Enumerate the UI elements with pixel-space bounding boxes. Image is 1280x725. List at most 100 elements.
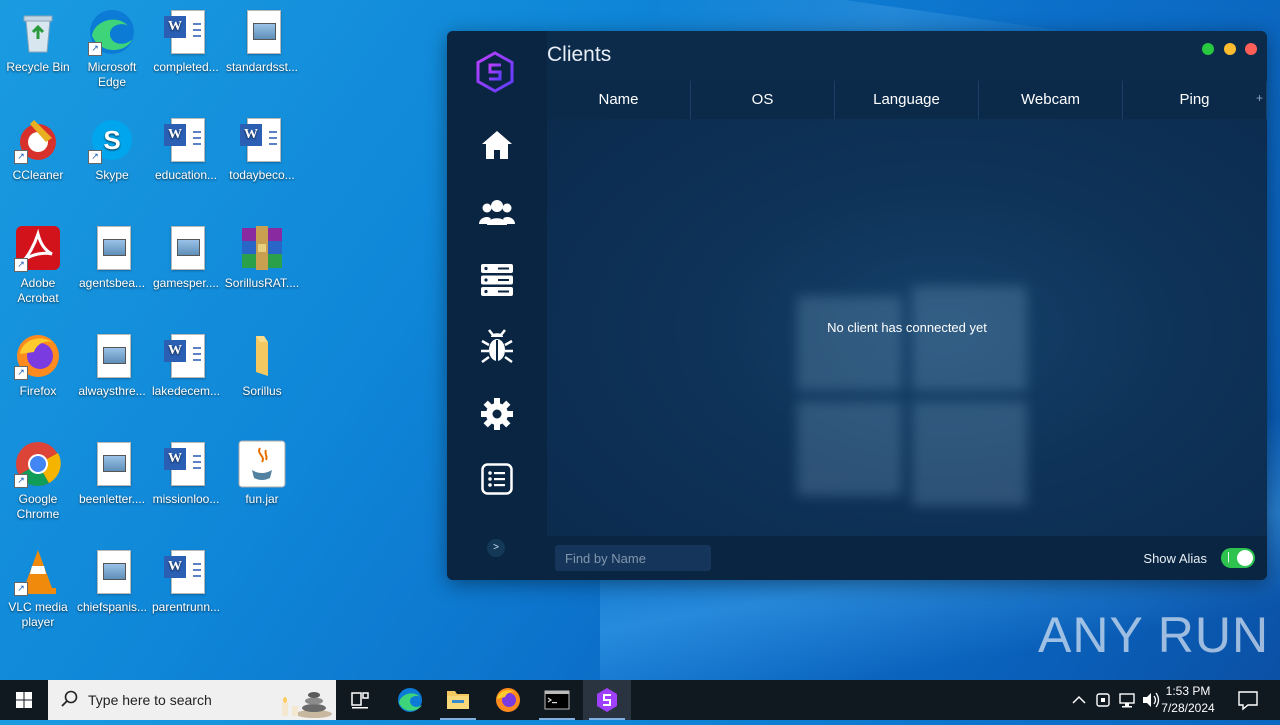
word-document-icon: W [162, 440, 210, 488]
taskbar-search-placeholder: Type here to search [88, 692, 212, 708]
desktop-icon-image-file[interactable]: alwaysthre... [74, 332, 150, 399]
network-button[interactable] [1116, 680, 1138, 720]
chevron-up-icon [1072, 695, 1086, 704]
window-controls [1197, 42, 1257, 60]
shortcut-arrow-icon: ↗ [14, 366, 28, 380]
desktop-icon-skype[interactable]: S ↗ Skype [74, 116, 150, 183]
desktop-icon-image-file[interactable]: gamesper.... [148, 224, 224, 291]
java-jar-icon [238, 440, 286, 488]
add-column-button[interactable]: + [1256, 91, 1263, 105]
taskbar-file-explorer-button[interactable] [434, 680, 482, 720]
gear-icon[interactable] [477, 397, 517, 437]
image-file-icon [162, 224, 210, 272]
desktop-icon-recycle-bin[interactable]: Recycle Bin [0, 8, 76, 75]
shortcut-arrow-icon: ↗ [88, 42, 102, 56]
desktop-icon-word-doc[interactable]: W education... [148, 116, 224, 183]
image-file-icon [238, 8, 286, 56]
word-document-icon: W [162, 116, 210, 164]
desktop-icon-label: gamesper.... [152, 276, 220, 290]
desktop-icon-label: CCleaner [12, 168, 64, 182]
desktop-icon-label: Adobe Acrobat [17, 276, 59, 305]
desktop-icon-adobe-acrobat[interactable]: ↗ Adobe Acrobat [0, 224, 76, 306]
taskbar-firefox-button[interactable] [484, 680, 532, 720]
desktop-icon-google-chrome[interactable]: ↗ Google Chrome [0, 440, 76, 522]
adobe-acrobat-icon: ↗ [14, 224, 62, 272]
folder-icon [238, 332, 286, 380]
taskbar-sorillus-button[interactable] [583, 680, 631, 720]
sidebar: > [447, 31, 547, 580]
shortcut-arrow-icon: ↗ [14, 582, 28, 596]
desktop-icon-winrar-archive[interactable]: SorillusRAT.... [224, 224, 300, 291]
column-header-os[interactable]: OS [691, 81, 835, 119]
desktop-icon-label: fun.jar [245, 492, 279, 506]
minimize-button[interactable] [1223, 43, 1236, 55]
shortcut-arrow-icon: ↗ [88, 150, 102, 164]
desktop-icon-label: standardsst... [225, 60, 299, 74]
empty-state-message: No client has connected yet [827, 320, 987, 335]
desktop-icon-label: Google Chrome [16, 492, 60, 521]
maximize-button[interactable] [1202, 43, 1215, 55]
clients-table: Name OS Language Webcam Ping + No client… [547, 81, 1267, 536]
desktop-icon-label: lakedecem... [151, 384, 221, 398]
desktop-icon-label: VLC media player [8, 600, 68, 629]
close-button[interactable] [1245, 43, 1257, 55]
desktop-icon-firefox[interactable]: ↗ Firefox [0, 332, 76, 399]
desktop-icon-word-doc[interactable]: W parentrunn... [148, 548, 224, 615]
bug-icon[interactable] [477, 329, 517, 369]
desktop-icon-java-jar[interactable]: fun.jar [224, 440, 300, 507]
taskbar-edge-button[interactable] [386, 680, 434, 720]
column-header-webcam[interactable]: Webcam [979, 81, 1123, 119]
toggle-knob [1237, 550, 1253, 566]
show-alias-toggle[interactable]: | [1221, 548, 1255, 568]
start-button[interactable] [0, 680, 48, 720]
vlc-cone-icon: ↗ [14, 548, 62, 596]
desktop-icon-word-doc[interactable]: W missionloo... [148, 440, 224, 507]
desktop-icon-image-file[interactable]: agentsbea... [74, 224, 150, 291]
image-file-icon [88, 440, 136, 488]
desktop-icon-image-file[interactable]: beenletter.... [74, 440, 150, 507]
background-windows-logo [797, 276, 1027, 506]
ccleaner-icon: ↗ [14, 116, 62, 164]
taskbar-search-box[interactable]: Type here to search [48, 680, 336, 720]
desktop-icon-image-file[interactable]: chiefspanis... [74, 548, 150, 615]
desktop-icon-word-doc[interactable]: W todaybeco... [224, 116, 300, 183]
svg-text:S: S [103, 125, 120, 155]
taskbar-terminal-button[interactable] [533, 680, 581, 720]
desktop-icon-microsoft-edge[interactable]: ↗ Microsoft Edge [74, 8, 150, 90]
task-view-button[interactable] [336, 680, 384, 720]
task-view-icon [351, 692, 369, 709]
column-header-ping[interactable]: Ping [1123, 81, 1267, 119]
folder-icon [447, 691, 469, 709]
sorillus-logo-icon [474, 51, 516, 93]
notification-icon [1238, 691, 1258, 711]
column-header-language[interactable]: Language [835, 81, 979, 119]
action-center-button[interactable] [1230, 680, 1266, 720]
desktop-icon-word-doc[interactable]: W lakedecem... [148, 332, 224, 399]
column-header-name[interactable]: Name [547, 81, 691, 119]
image-file-icon [88, 332, 136, 380]
home-icon[interactable] [477, 128, 517, 168]
desktop-icon-image-file[interactable]: standardsst... [224, 8, 300, 75]
desktop-icon-label: chiefspanis... [76, 600, 148, 614]
desktop-icon-folder[interactable]: Sorillus [224, 332, 300, 399]
show-alias-label: Show Alias [1143, 551, 1207, 566]
shortcut-arrow-icon: ↗ [14, 474, 28, 488]
show-hidden-icons-button[interactable] [1068, 680, 1090, 720]
taskbar: Type here to search 1:53 PM 7/28/2024 [0, 680, 1280, 720]
google-chrome-icon: ↗ [14, 440, 62, 488]
sidebar-expand-button[interactable]: > [487, 539, 505, 557]
image-file-icon [88, 224, 136, 272]
word-document-icon: W [162, 332, 210, 380]
list-icon[interactable] [477, 463, 517, 503]
taskbar-clock[interactable]: 1:53 PM 7/28/2024 [1154, 683, 1222, 717]
desktop-icon-ccleaner[interactable]: ↗ CCleaner [0, 116, 76, 183]
tray-app-icon[interactable] [1092, 680, 1114, 720]
clients-users-icon[interactable] [477, 195, 517, 235]
server-icon[interactable] [477, 263, 517, 303]
desktop-icon-label: Sorillus [242, 384, 282, 398]
clock-time: 1:53 PM [1165, 684, 1211, 698]
desktop-icon-label: alwaysthre... [78, 384, 146, 398]
find-by-name-input[interactable] [555, 545, 711, 571]
desktop-icon-word-doc[interactable]: W completed... [148, 8, 224, 75]
desktop-icon-vlc[interactable]: ↗ VLC media player [0, 548, 76, 630]
